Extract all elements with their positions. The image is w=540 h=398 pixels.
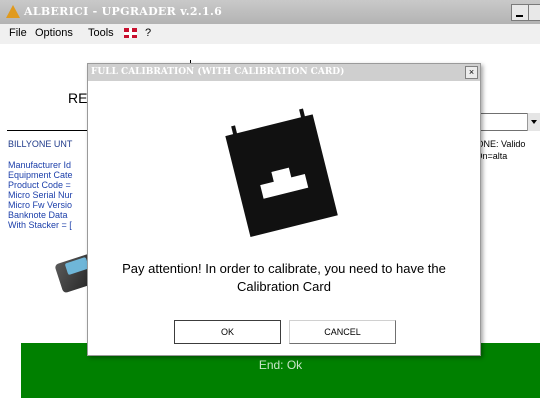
dialog-title: FULL CALIBRATION (WITH CALIBRATION CARD) [91, 67, 345, 77]
info-line: Equipment Cate [8, 170, 73, 180]
app-titlebar: ALBERICI - UPGRADER v.2.1.6 [0, 0, 540, 25]
maximize-button[interactable] [528, 4, 540, 21]
ok-button[interactable]: OK [174, 320, 281, 344]
menu-options[interactable]: Options [35, 27, 73, 39]
calibration-card-icon [225, 108, 338, 238]
warning-triangle-icon [6, 5, 20, 18]
menu-help[interactable]: ? [145, 27, 151, 39]
minimize-button[interactable] [511, 4, 529, 21]
close-icon[interactable]: × [465, 66, 478, 79]
status-text: End: Ok [258, 358, 303, 372]
separator-line [7, 130, 93, 131]
info-line: Micro Fw Versio [8, 200, 73, 210]
info-line: Banknote Data [8, 210, 68, 220]
info-line: With Stacker = [ [8, 220, 72, 230]
chevron-down-icon[interactable] [527, 113, 540, 131]
dialog-titlebar: FULL CALIBRATION (WITH CALIBRATION CARD)… [88, 64, 480, 81]
menu-bar: File Options Tools ? [0, 24, 540, 44]
cancel-button[interactable]: CANCEL [289, 320, 396, 344]
menu-tools[interactable]: Tools [88, 27, 114, 39]
calibration-dialog: FULL CALIBRATION (WITH CALIBRATION CARD)… [87, 63, 481, 356]
info-line: Manufacturer Id [8, 160, 72, 170]
device-name-label: BILLYONE UNT [8, 139, 73, 149]
info-line: Micro Serial Nur [8, 190, 73, 200]
section-label: RE [68, 90, 88, 106]
uk-flag-icon[interactable] [124, 28, 137, 38]
info-line: Product Code = [8, 180, 71, 190]
menu-file[interactable]: File [9, 27, 27, 39]
dialog-message: Pay attention! In order to calibrate, yo… [122, 261, 446, 294]
app-title: ALBERICI - UPGRADER v.2.1.6 [24, 5, 223, 18]
device-info-list: Manufacturer Id Equipment Cate Product C… [8, 160, 73, 230]
